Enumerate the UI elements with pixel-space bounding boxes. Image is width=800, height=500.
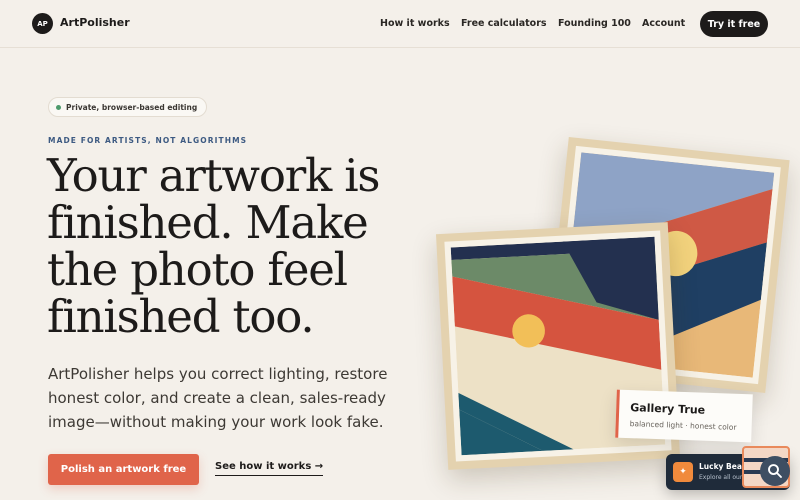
card-subtitle: balanced light · honest color	[629, 419, 737, 432]
search-fab-button[interactable]	[760, 456, 790, 486]
site-header: AP ArtPolisher How it works Free calcula…	[0, 0, 800, 48]
privacy-pill: Private, browser-based editing	[48, 97, 208, 117]
eyebrow-text: MADE FOR ARTISTS, NOT ALGORITHMS	[48, 136, 248, 145]
see-how-it-works-link[interactable]: See how it works →	[215, 461, 324, 476]
status-dot	[56, 105, 61, 110]
nav-founding-100[interactable]: Founding 100	[558, 18, 631, 29]
card-title: Gallery True	[630, 401, 706, 417]
gallery-true-card: Gallery True balanced light · honest col…	[615, 389, 753, 443]
polish-artwork-button[interactable]: Polish an artwork free	[48, 454, 199, 485]
hero-headline: Your artwork is finished. Make the photo…	[47, 149, 380, 343]
logo-badge[interactable]: AP	[32, 13, 53, 34]
privacy-pill-label: Private, browser-based editing	[66, 102, 198, 112]
try-it-free-button[interactable]: Try it free	[700, 11, 768, 37]
nav-free-calculators[interactable]: Free calculators	[461, 18, 547, 29]
hero-subcopy: ArtPolisher helps you correct lighting, …	[48, 365, 388, 431]
nav-account[interactable]: Account	[642, 18, 685, 29]
search-icon	[768, 464, 782, 478]
brand-name[interactable]: ArtPolisher	[60, 16, 130, 29]
nav-how-it-works[interactable]: How it works	[380, 18, 450, 29]
widget-subtitle: Explore all our	[699, 474, 743, 481]
sparkle-icon: ✦	[673, 462, 693, 482]
